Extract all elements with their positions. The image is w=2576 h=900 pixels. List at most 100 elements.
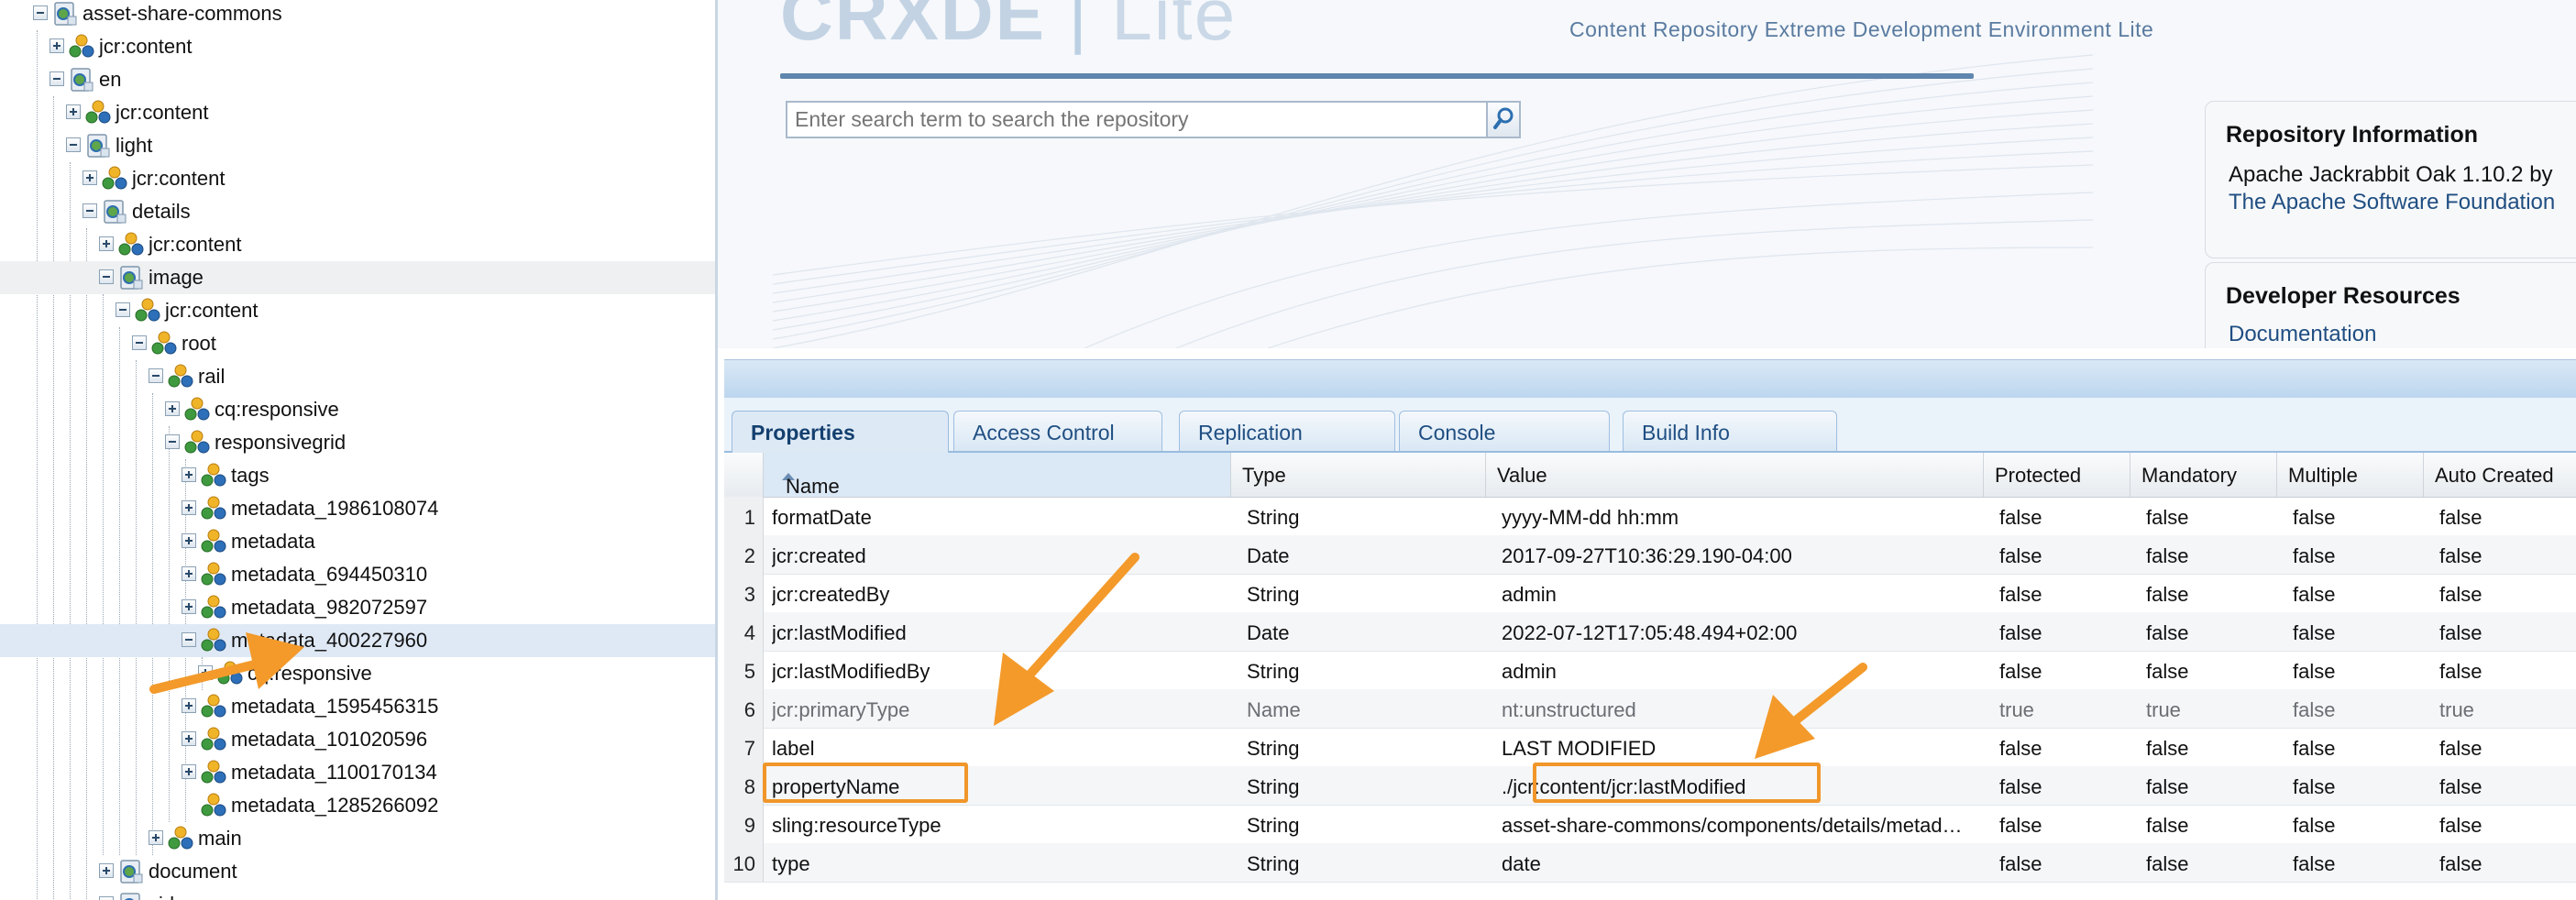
tree-node[interactable]: metadata_1595456315 <box>0 690 715 723</box>
tree-node[interactable]: vid... <box>0 888 715 900</box>
tree-node[interactable]: responsivegrid <box>0 426 715 459</box>
cell-name: formatDate <box>772 506 872 529</box>
expand-icon[interactable] <box>149 830 163 845</box>
tree-node[interactable]: metadata_1285266092 <box>0 789 715 822</box>
tree-node[interactable]: jcr:content <box>0 162 715 195</box>
cell-protected: false <box>1999 814 2042 837</box>
tree-node[interactable]: metadata_1986108074 <box>0 492 715 525</box>
cell-name: type <box>772 852 810 875</box>
column-header-auto-created[interactable]: Auto Created <box>2423 453 2576 497</box>
header-divider <box>780 73 1974 79</box>
expand-icon[interactable] <box>99 863 114 878</box>
tree-node[interactable]: metadata_1100170134 <box>0 756 715 789</box>
tree-node-label: metadata <box>231 530 315 553</box>
search-button[interactable] <box>1486 101 1521 138</box>
tree-node[interactable]: metadata_982072597 <box>0 591 715 624</box>
expand-icon[interactable] <box>66 104 81 119</box>
search-input[interactable] <box>786 101 1503 138</box>
tree-node[interactable]: jcr:content <box>0 96 715 129</box>
collapse-icon[interactable] <box>33 5 48 20</box>
expand-icon[interactable] <box>182 731 196 746</box>
column-header-mandatory[interactable]: Mandatory <box>2130 453 2276 497</box>
tab-build-info[interactable]: Build Info <box>1623 411 1837 451</box>
property-row[interactable]: 4 jcr:lastModified Date 2022-07-12T17:05:48… <box>724 612 2576 652</box>
tree-node[interactable]: document <box>0 855 715 888</box>
expand-icon[interactable] <box>83 170 97 185</box>
tree-node[interactable]: rail <box>0 360 715 393</box>
cell-auto-created: false <box>2439 506 2482 529</box>
documentation-link[interactable]: Documentation <box>2229 322 2376 347</box>
properties-grid: Name Type Value Protected Mandatory Mult… <box>724 453 2576 884</box>
expand-icon[interactable] <box>182 500 196 515</box>
property-row[interactable]: 7 label String LAST MODIFIED false false false… <box>724 728 2576 767</box>
property-row[interactable]: 9 sling:resourceType String asset-share-com… <box>724 805 2576 844</box>
tree-node[interactable]: image <box>0 261 715 294</box>
cell-mandatory: false <box>2146 737 2189 760</box>
cell-protected: false <box>1999 660 2042 683</box>
collapse-icon[interactable] <box>165 434 180 449</box>
expand-icon[interactable] <box>198 665 213 680</box>
collapse-icon[interactable] <box>116 302 130 317</box>
node-icon <box>101 162 128 195</box>
tree-node[interactable]: cq:responsive <box>0 657 715 690</box>
tree-node[interactable]: metadata_694450310 <box>0 558 715 591</box>
cell-auto-created: false <box>2439 775 2482 798</box>
apache-foundation-link[interactable]: The Apache Software Foundation <box>2229 190 2555 215</box>
collapse-icon[interactable] <box>66 137 81 152</box>
tree-node[interactable]: root <box>0 327 715 360</box>
column-header-type[interactable]: Type <box>1230 453 1485 497</box>
tree-node[interactable]: metadata_400227960 <box>0 624 715 657</box>
tab-console[interactable]: Console <box>1399 411 1610 451</box>
row-number: 1 <box>724 497 764 535</box>
collapse-icon[interactable] <box>50 71 64 86</box>
tab-access-control[interactable]: Access Control <box>953 411 1162 451</box>
cell-value: date <box>1502 852 1541 875</box>
expand-icon[interactable] <box>182 533 196 548</box>
column-header-multiple[interactable]: Multiple <box>2276 453 2423 497</box>
expand-icon[interactable] <box>99 236 114 251</box>
tree-node-label: root <box>182 332 216 355</box>
property-row[interactable]: 3 jcr:createdBy String admin false false false… <box>724 574 2576 613</box>
tree-node[interactable]: jcr:content <box>0 294 715 327</box>
cell-mandatory: false <box>2146 544 2189 567</box>
tree-node[interactable]: jcr:content <box>0 30 715 63</box>
collapse-icon[interactable] <box>182 632 196 647</box>
expand-icon[interactable] <box>50 38 64 53</box>
expand-icon[interactable] <box>182 599 196 614</box>
folder-page-icon <box>117 888 145 900</box>
expand-icon[interactable] <box>99 896 114 900</box>
property-row[interactable]: 5 jcr:lastModifiedBy String admin false false… <box>724 651 2576 690</box>
collapse-icon[interactable] <box>83 203 97 218</box>
tree-node[interactable]: metadata_101020596 <box>0 723 715 756</box>
tree-node[interactable]: cq:responsive <box>0 393 715 426</box>
expand-icon[interactable] <box>182 764 196 779</box>
tree-node[interactable]: jcr:content <box>0 228 715 261</box>
collapse-icon[interactable] <box>99 269 114 284</box>
column-header-name[interactable]: Name <box>763 453 1230 498</box>
expand-icon[interactable] <box>182 467 196 482</box>
folder-page-icon <box>51 0 79 30</box>
row-number: 9 <box>724 805 764 843</box>
tree-node[interactable]: light <box>0 129 715 162</box>
cell-name: label <box>772 737 815 760</box>
tree-node[interactable]: tags <box>0 459 715 492</box>
collapse-icon[interactable] <box>149 368 163 383</box>
collapse-icon[interactable] <box>132 335 147 350</box>
property-row[interactable]: 6 jcr:primaryType Name nt:unstructured true t… <box>724 689 2576 729</box>
tab-replication[interactable]: Replication <box>1179 411 1395 451</box>
node-icon <box>200 459 227 492</box>
column-header-protected[interactable]: Protected <box>1983 453 2130 497</box>
tab-properties[interactable]: Properties <box>732 411 949 453</box>
property-row[interactable]: 2 jcr:created Date 2017-09-27T10:36:29.190-… <box>724 535 2576 575</box>
tree-node[interactable]: main <box>0 822 715 855</box>
column-header-value[interactable]: Value <box>1485 453 1983 497</box>
tree-node[interactable]: asset-share-commons <box>0 0 715 30</box>
tree-node[interactable]: metadata <box>0 525 715 558</box>
property-row[interactable]: 1 formatDate String yyyy-MM-dd hh:mm false fa… <box>724 497 2576 536</box>
tree-node[interactable]: details <box>0 195 715 228</box>
property-row[interactable]: 10 type String date false false false false <box>724 843 2576 883</box>
expand-icon[interactable] <box>182 566 196 581</box>
expand-icon[interactable] <box>165 401 180 416</box>
expand-icon[interactable] <box>182 698 196 713</box>
tree-node[interactable]: en <box>0 63 715 96</box>
